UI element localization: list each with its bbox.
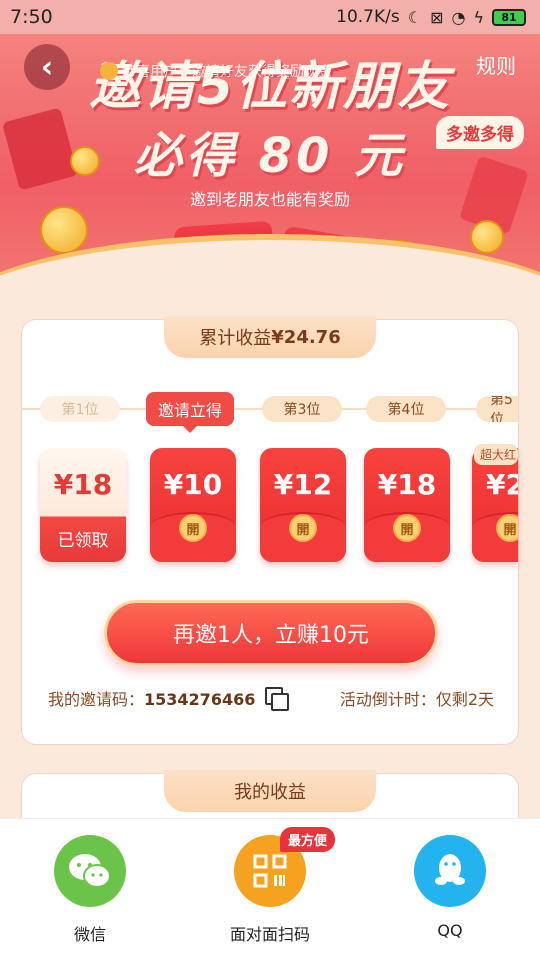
step-2: 邀请立得	[146, 392, 234, 433]
envelope-amount: ¥18	[377, 468, 437, 501]
charging-icon: ϟ	[473, 7, 484, 27]
share-label: QQ	[437, 921, 463, 940]
step-3: 第3位	[262, 396, 342, 422]
open-seal-icon: 開	[393, 514, 421, 542]
my-earnings-tab: 我的收益	[164, 770, 376, 812]
rules-link[interactable]: 规则	[476, 50, 516, 79]
decor-coin	[470, 220, 504, 254]
open-seal-icon: 開	[179, 514, 207, 542]
invite-code-group: 我的邀请码：1534276466	[48, 686, 290, 711]
qr-glyph	[253, 854, 287, 888]
invite-code-label: 我的邀请码：1534276466	[48, 686, 255, 710]
envelope-amount: ¥18	[53, 468, 113, 501]
open-seal-icon: 開	[289, 514, 317, 542]
status-bar: 7:50 10.7K/s ☾ ⊠ ◔ ϟ 81	[0, 0, 540, 34]
wechat-bubbles	[69, 854, 111, 888]
invite-progress-card: 累计收益 ¥24.76 第1位 邀请立得 第3位 第4位 第5位 ¥18 已领取…	[22, 316, 518, 744]
wechat-icon	[54, 835, 126, 907]
ticker-text: 恭喜用户**邀请好友获得奖励现金	[122, 64, 332, 80]
avatar	[100, 62, 118, 80]
red-envelope-5[interactable]: ¥2 開	[472, 448, 518, 562]
claimed-label: 已领取	[57, 531, 109, 551]
share-wechat[interactable]: 微信	[30, 835, 150, 945]
total-earnings-label: 累计收益	[199, 328, 272, 349]
share-qq[interactable]: QQ	[390, 835, 510, 940]
open-seal-icon: 開	[496, 514, 518, 542]
red-envelope-3[interactable]: ¥12 開	[260, 448, 346, 562]
step-5: 第5位	[476, 396, 518, 422]
invite-cta-button[interactable]: 再邀1人，立赚10元	[104, 600, 438, 666]
share-label: 微信	[73, 925, 106, 944]
wifi-icon: ◔	[451, 7, 466, 27]
network-speed: 10.7K/s	[336, 7, 400, 27]
convenient-badge: 最方便	[280, 827, 336, 852]
invite-code-value: 1534276466	[144, 690, 256, 709]
envelope-amount: ¥12	[273, 468, 333, 501]
qq-penguin-icon	[414, 835, 486, 907]
moon-icon: ☾	[407, 7, 423, 27]
status-time: 7:50	[10, 6, 53, 28]
step-1: 第1位	[40, 396, 120, 422]
envelope-amount: ¥10	[163, 468, 223, 501]
total-earnings-tab: 累计收益 ¥24.76	[164, 316, 376, 358]
hero-banner: 邀请5位新朋友 恭喜用户**邀请好友获得奖励现金 ‹ 规则 必得 80 元 多邀…	[0, 34, 540, 304]
back-button[interactable]: ‹	[24, 44, 70, 90]
red-envelope-1: ¥18 已领取	[40, 448, 126, 562]
red-envelope-4[interactable]: ¥18 開	[364, 448, 450, 562]
step-4: 第4位	[366, 396, 446, 422]
winner-ticker: 恭喜用户**邀请好友获得奖励现金	[100, 58, 440, 84]
hero-subtitle: 邀到老朋友也能有奖励	[189, 190, 350, 209]
invite-info-row: 我的邀请码：1534276466 活动倒计时：仅剩2天	[48, 686, 494, 711]
battery-icon: 81	[492, 8, 526, 26]
total-earnings-value: ¥24.76	[271, 326, 341, 348]
bonus-badge: 超大红	[474, 444, 518, 465]
share-bar: 微信 面对面扫码 最方便 QQ	[0, 818, 540, 960]
share-label: 面对面扫码	[229, 925, 310, 944]
more-invites-badge: 多邀多得	[436, 116, 524, 149]
red-envelope-2[interactable]: ¥10 開	[150, 448, 236, 562]
invite-code-label-text: 我的邀请码：	[48, 690, 145, 709]
status-indicators: 10.7K/s ☾ ⊠ ◔ ϟ 81	[336, 7, 526, 27]
decor-coin	[40, 206, 88, 254]
countdown-text: 活动倒计时：仅剩2天	[339, 690, 494, 709]
copy-icon[interactable]	[265, 687, 290, 711]
sim-off-icon: ⊠	[430, 7, 444, 27]
envelope-amount: ¥2	[486, 468, 518, 501]
chevron-left-icon: ‹	[40, 49, 54, 85]
qq-glyph	[435, 854, 465, 885]
